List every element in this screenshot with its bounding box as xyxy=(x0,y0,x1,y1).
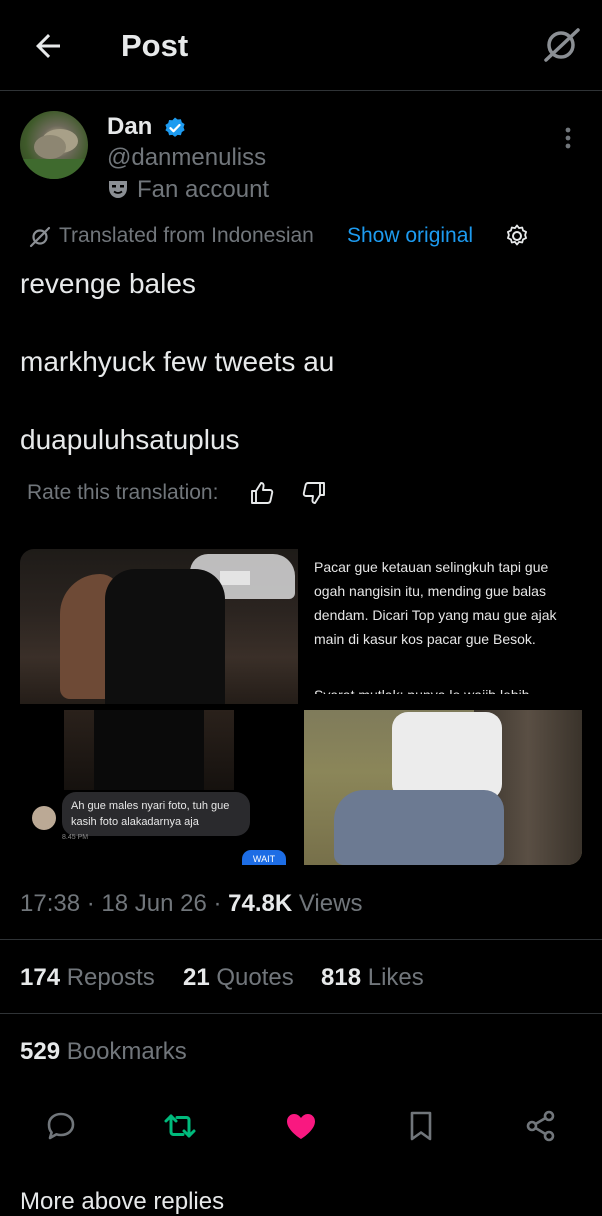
media-text-card: Pacar gue ketauan selingkuh tapi gue oga… xyxy=(314,559,557,647)
gear-icon[interactable] xyxy=(504,223,530,249)
wait-label: WAIT xyxy=(242,850,286,865)
avatar[interactable] xyxy=(20,111,88,179)
more-vertical-icon[interactable] xyxy=(560,126,576,150)
reposts-stat[interactable]: 174 Reposts xyxy=(20,964,155,992)
chat-time: 8.45 PM xyxy=(62,834,89,841)
post-date: 18 Jun 26 xyxy=(101,890,207,917)
grok-icon[interactable] xyxy=(540,24,582,66)
top-bar: Post xyxy=(0,0,602,90)
account-label: Fan account xyxy=(137,176,270,203)
header-divider xyxy=(0,90,602,91)
thumbs-up-icon[interactable] xyxy=(249,480,275,506)
author-name[interactable]: Dan xyxy=(107,113,152,141)
post-text-line-1: revenge bales xyxy=(20,268,196,299)
media-image-2[interactable]: Pacar gue ketauan selingkuh tapi gue oga… xyxy=(304,549,582,704)
translate-icon xyxy=(29,226,51,248)
thumbs-down-icon[interactable] xyxy=(301,480,327,506)
media-image-1[interactable] xyxy=(20,549,298,704)
divider xyxy=(0,1013,602,1014)
share-icon[interactable] xyxy=(523,1108,559,1144)
repost-icon[interactable] xyxy=(162,1108,198,1144)
views-count: 74.8K xyxy=(228,890,293,917)
quotes-stat[interactable]: 21 Quotes xyxy=(183,964,294,992)
back-arrow-icon[interactable] xyxy=(30,28,66,64)
author-handle[interactable]: @danmenuliss xyxy=(107,144,266,172)
media-grid: Pacar gue ketauan selingkuh tapi gue oga… xyxy=(20,549,582,865)
rate-translation-label: Rate this translation: xyxy=(27,481,219,504)
divider xyxy=(0,939,602,940)
post-time: 17:38 xyxy=(20,890,81,917)
media-image-3[interactable]: Ah gue males nyari foto, tuh gue kasih f… xyxy=(20,710,298,865)
media-image-4[interactable] xyxy=(304,710,582,865)
reply-icon[interactable] xyxy=(43,1108,79,1144)
likes-stat[interactable]: 818 Likes xyxy=(321,964,424,992)
bookmarks-stat[interactable]: 529 Bookmarks xyxy=(20,1038,187,1066)
page-title: Post xyxy=(121,28,189,63)
show-original-link[interactable]: Show original xyxy=(347,224,473,248)
verified-badge-icon xyxy=(165,117,185,137)
post-text-line-2: markhyuck few tweets au xyxy=(20,346,335,377)
chat-avatar xyxy=(32,806,56,830)
partial-section-heading: More above replies xyxy=(20,1188,225,1215)
translation-notice: Translated from Indonesian xyxy=(59,224,314,247)
like-icon[interactable] xyxy=(283,1108,319,1144)
bookmark-icon[interactable] xyxy=(403,1108,439,1144)
post-text-line-3: duapuluhsatuplus xyxy=(20,424,240,455)
views-label[interactable]: Views xyxy=(299,890,363,917)
post-meta: 17:38 · 18 Jun 26 · 74.8K Views xyxy=(20,890,363,917)
chat-bubble: Ah gue males nyari foto, tuh gue kasih f… xyxy=(62,792,250,836)
fan-mask-icon xyxy=(109,181,127,198)
